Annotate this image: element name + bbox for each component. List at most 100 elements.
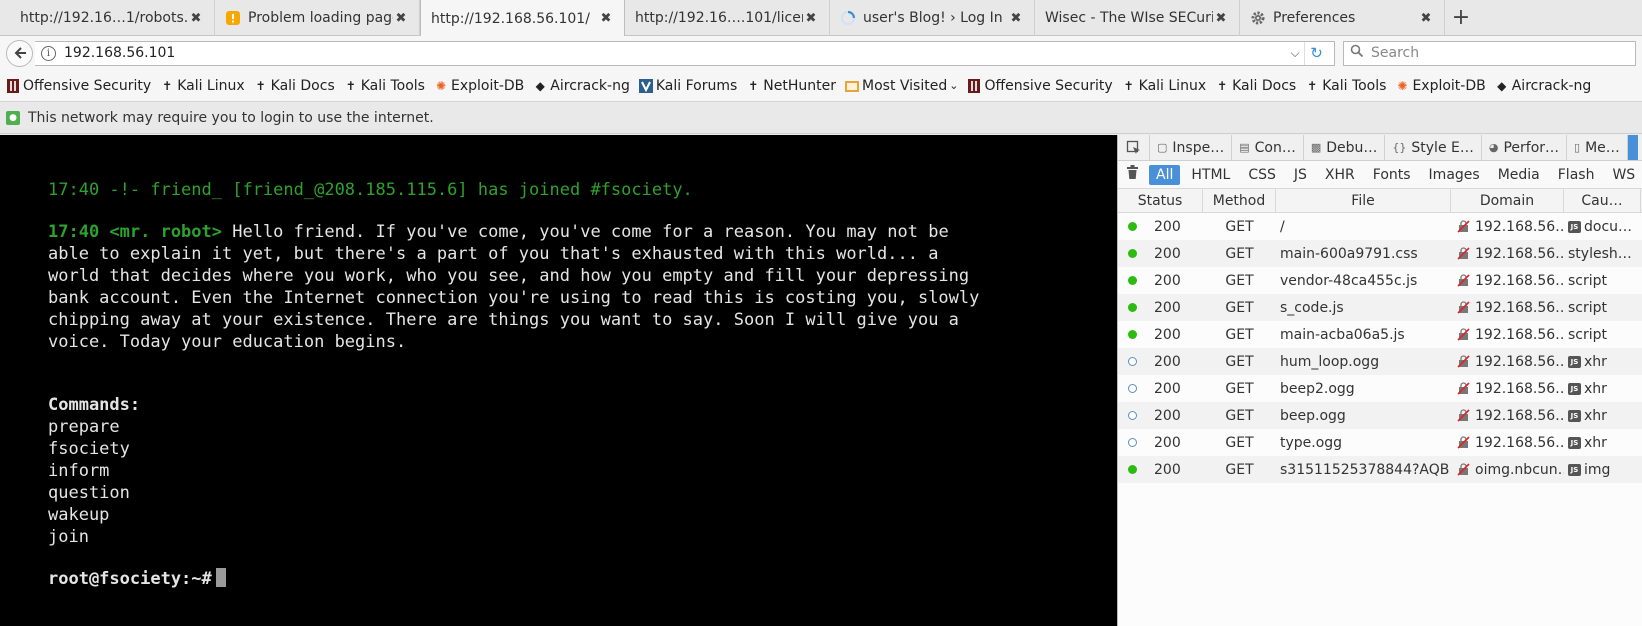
method-cell: GET bbox=[1225, 461, 1254, 478]
close-icon[interactable]: ✖ bbox=[1418, 11, 1434, 26]
filter-html[interactable]: HTML bbox=[1184, 165, 1237, 185]
bookmark-exploit-db[interactable]: ✺ Exploit-DB bbox=[1395, 78, 1485, 94]
status-dot-icon bbox=[1128, 276, 1137, 285]
filter-images[interactable]: Images bbox=[1422, 165, 1487, 185]
tab-performance[interactable]: ◕ Perfor… bbox=[1482, 135, 1568, 160]
command-prompt-line[interactable]: root@fsociety:~# bbox=[48, 568, 1117, 590]
bookmark-kali-linux[interactable]: ✝ Kali Linux bbox=[160, 78, 245, 94]
column-cause[interactable]: Cau… bbox=[1564, 189, 1641, 212]
request-row[interactable]: 200 GET hum_loop.ogg 192.168.56… JS xhr bbox=[1118, 348, 1642, 375]
aircrack-icon: ◆ bbox=[535, 78, 545, 93]
tab-style-editor[interactable]: {} Style E… bbox=[1385, 135, 1482, 160]
filter-ws[interactable]: WS bbox=[1605, 165, 1642, 185]
cause-cell: JS xhr bbox=[1564, 435, 1641, 451]
close-icon[interactable]: ✖ bbox=[1008, 11, 1024, 26]
request-row[interactable]: 200 GET beep2.ogg 192.168.56… JS xhr bbox=[1118, 375, 1642, 402]
terminal-spacer bbox=[48, 135, 1117, 179]
tab-wisec[interactable]: Wisec - The WIse SECurity ✖ bbox=[1035, 0, 1240, 36]
close-icon[interactable]: ✖ bbox=[393, 11, 409, 26]
bookmark-nethunter[interactable]: ✝ NetHunter bbox=[746, 78, 836, 94]
insecure-lock-icon bbox=[1457, 220, 1470, 233]
status-dot-icon bbox=[1128, 411, 1137, 420]
tab-main-site[interactable]: http://192.168.56.101/ ✖ bbox=[420, 0, 625, 37]
kali-dragon-icon: ✝ bbox=[162, 78, 173, 93]
bookmark-offensive-security[interactable]: Offensive Security bbox=[967, 78, 1113, 94]
filter-all[interactable]: All bbox=[1149, 164, 1181, 185]
status-cell: 200 bbox=[1118, 381, 1203, 397]
chat-text-line: chipping away at your existence. There a… bbox=[48, 310, 959, 330]
filter-flash[interactable]: Flash bbox=[1551, 165, 1602, 185]
status-cell: 200 bbox=[1118, 219, 1203, 235]
captive-portal-notice[interactable]: ● This network may require you to login … bbox=[0, 103, 1642, 134]
back-button[interactable] bbox=[6, 39, 33, 67]
tab-inspector[interactable]: ▢ Inspe… bbox=[1150, 135, 1233, 160]
tab-robots[interactable]: http://192.16…1/robots.txt ✖ bbox=[10, 0, 215, 36]
search-input[interactable]: Search bbox=[1343, 40, 1636, 66]
filter-media[interactable]: Media bbox=[1491, 165, 1547, 185]
bookmark-kali-forums[interactable]: Kali Forums bbox=[638, 78, 737, 94]
kali-dragon-icon: ✝ bbox=[255, 78, 266, 93]
new-tab-button[interactable]: + bbox=[1445, 0, 1477, 35]
column-domain[interactable]: Domain bbox=[1451, 189, 1564, 212]
tab-console[interactable]: ▤ Con… bbox=[1232, 135, 1304, 160]
bookmark-kali-tools[interactable]: ✝ Kali Tools bbox=[344, 78, 425, 94]
bookmark-exploit-db[interactable]: ✺ Exploit-DB bbox=[434, 78, 524, 94]
chevron-down-icon: ⌄ bbox=[949, 79, 959, 92]
close-icon[interactable]: ✖ bbox=[188, 11, 204, 26]
loading-icon bbox=[840, 10, 856, 26]
command-item: inform bbox=[48, 461, 110, 481]
tab-network-active[interactable] bbox=[1627, 135, 1638, 160]
column-file[interactable]: File bbox=[1276, 189, 1451, 212]
tab-debugger[interactable]: ▩ Debu… bbox=[1304, 135, 1386, 160]
request-row[interactable]: 200 GET/192.168.56… JS docu… bbox=[1118, 213, 1642, 240]
request-row[interactable]: 200 GET main-acba06a5.js 192.168.56… script bbox=[1118, 321, 1642, 348]
bookmark-kali-linux[interactable]: ✝ Kali Linux bbox=[1122, 78, 1207, 94]
request-row[interactable]: 200 GET s_code.js 192.168.56… script bbox=[1118, 294, 1642, 321]
filter-js[interactable]: JS bbox=[1287, 165, 1314, 185]
filter-xhr[interactable]: XHR bbox=[1318, 165, 1362, 185]
close-icon[interactable]: ✖ bbox=[1213, 11, 1229, 26]
request-row[interactable]: 200 GET s31511525378844?AQB… oimg.nbcun… JS i… bbox=[1118, 456, 1642, 483]
tab-license[interactable]: http://192.16….101/license ✖ bbox=[625, 0, 830, 36]
bookmark-kali-tools[interactable]: ✝ Kali Tools bbox=[1305, 78, 1386, 94]
method-cell: GET bbox=[1225, 299, 1254, 316]
domain-text: oimg.nbcun… bbox=[1475, 461, 1564, 478]
cause-text: img bbox=[1584, 461, 1611, 478]
tab-memory[interactable]: ▯ Me… bbox=[1567, 135, 1628, 160]
bookmark-kali-docs[interactable]: ✝ Kali Docs bbox=[1215, 78, 1296, 94]
chevron-down-icon[interactable]: ⌵ bbox=[1286, 46, 1304, 61]
terminal-spacer bbox=[48, 353, 1117, 394]
bookmark-offensive-security[interactable]: Offensive Security bbox=[6, 78, 151, 94]
chat-text-line: able to explain it yet, but there's a pa… bbox=[48, 244, 939, 264]
bookmark-most-visited[interactable]: Most Visited ⌄ bbox=[845, 78, 958, 94]
tab-label: Wisec - The WIse SECurity bbox=[1045, 10, 1213, 26]
trash-icon[interactable] bbox=[1126, 165, 1139, 184]
column-status[interactable]: Status bbox=[1118, 189, 1203, 212]
request-row[interactable]: 200 GET type.ogg 192.168.56… JS xhr bbox=[1118, 429, 1642, 456]
bookmark-kali-docs[interactable]: ✝ Kali Docs bbox=[254, 78, 335, 94]
domain-cell: 192.168.56… bbox=[1451, 435, 1564, 451]
bookmark-aircrack-ng[interactable]: ◆ Aircrack-ng bbox=[1495, 78, 1591, 94]
method-cell: GET bbox=[1225, 245, 1254, 262]
status-code: 200 bbox=[1154, 434, 1181, 451]
url-text[interactable]: 192.168.56.101 bbox=[64, 45, 1286, 61]
request-row[interactable]: 200 GET vendor-48ca455c.js 192.168.56… scrip… bbox=[1118, 267, 1642, 294]
reload-icon[interactable]: ↻ bbox=[1304, 41, 1328, 65]
request-row[interactable]: 200 GET main-600a9791.css 192.168.56… styles… bbox=[1118, 240, 1642, 267]
element-picker-icon[interactable] bbox=[1118, 135, 1150, 160]
filter-fonts[interactable]: Fonts bbox=[1366, 165, 1418, 185]
request-row[interactable]: 200 GET beep.ogg 192.168.56… JS xhr bbox=[1118, 402, 1642, 429]
filter-css[interactable]: CSS bbox=[1241, 165, 1283, 185]
url-bar[interactable]: i 192.168.56.101 ⌵ ↻ bbox=[35, 40, 1335, 66]
close-icon[interactable]: ✖ bbox=[803, 11, 819, 26]
request-filter-bar: All HTML CSS JS XHR Fonts Images Media F… bbox=[1118, 161, 1642, 189]
tab-problem-loading[interactable]: Problem loading page ✖ bbox=[215, 0, 420, 36]
tab-preferences[interactable]: Preferences ✖ bbox=[1240, 0, 1445, 36]
column-method[interactable]: Method bbox=[1203, 189, 1276, 212]
terminal-page[interactable]: 17:40 -!- friend_ [friend_@208.185.115.6… bbox=[0, 135, 1117, 626]
tab-blog-login[interactable]: user's Blog! › Log In ✖ bbox=[830, 0, 1035, 36]
close-icon[interactable]: ✖ bbox=[598, 11, 614, 26]
bookmark-aircrack-ng[interactable]: ◆ Aircrack-ng bbox=[533, 78, 630, 94]
info-icon[interactable]: i bbox=[41, 45, 56, 61]
status-dot-icon bbox=[1128, 357, 1137, 366]
